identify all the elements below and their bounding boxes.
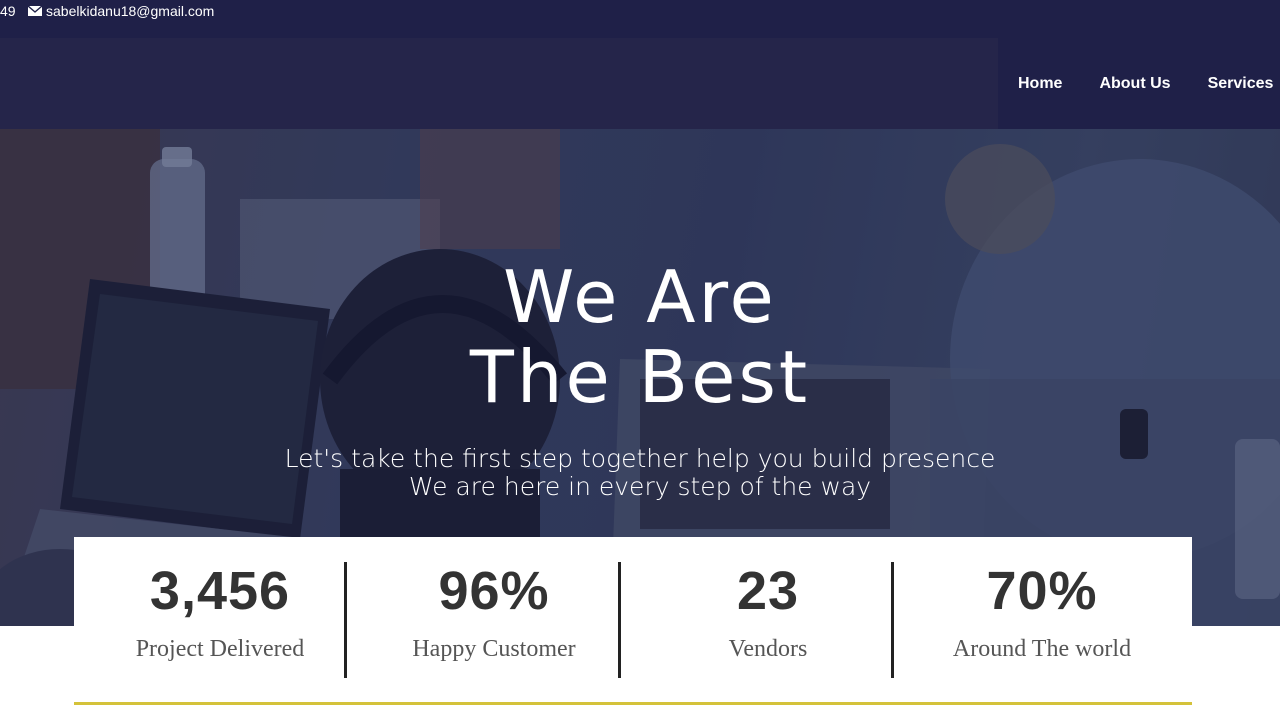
stats-panel: 3,456 Project Delivered 96% Happy Custom… <box>74 537 1192 705</box>
hero-title-line2: The Best <box>469 335 811 419</box>
nav-item-about-us[interactable]: About Us <box>1099 75 1170 93</box>
logo-area <box>0 38 998 129</box>
email-contact[interactable]: sabelkidanu18@gmail.com <box>28 3 214 19</box>
stat-value: 70% <box>986 561 1098 621</box>
stat-customers: 96% Happy Customer <box>359 562 629 663</box>
hero-title: We Are The Best <box>0 257 1280 417</box>
hero-subtitle: Let's take the first step together help … <box>0 445 1280 501</box>
stat-label: Around The world <box>952 636 1132 662</box>
stat-divider <box>891 562 894 678</box>
stat-value: 96% <box>438 561 550 621</box>
hero-title-line1: We Are <box>503 255 777 339</box>
phone-number: 49 <box>0 3 16 19</box>
stat-divider <box>618 562 621 678</box>
hero-subtitle-line1: Let's take the first step together help … <box>284 444 996 473</box>
stat-value: 23 <box>736 561 800 621</box>
envelope-icon <box>28 6 42 16</box>
nav-menu: Home About Us Services <box>1018 38 1273 129</box>
stat-label: Project Delivered <box>135 636 305 662</box>
top-contact-bar: 49 sabelkidanu18@gmail.com <box>0 0 1280 38</box>
nav-item-services[interactable]: Services <box>1208 75 1274 93</box>
stat-value: 3,456 <box>149 561 291 621</box>
stat-label: Happy Customer <box>412 636 576 662</box>
nav-item-home[interactable]: Home <box>1018 75 1062 93</box>
stat-divider <box>344 562 347 678</box>
stat-world: 70% Around The world <box>907 562 1177 663</box>
stat-projects: 3,456 Project Delivered <box>85 562 355 663</box>
navbar: Home About Us Services <box>0 38 1280 129</box>
hero-subtitle-line2: We are here in every step of the way <box>408 472 872 501</box>
stat-vendors: 23 Vendors <box>633 562 903 663</box>
stats-underline <box>74 702 1192 705</box>
email-address[interactable]: sabelkidanu18@gmail.com <box>46 3 214 19</box>
stat-label: Vendors <box>728 636 808 662</box>
